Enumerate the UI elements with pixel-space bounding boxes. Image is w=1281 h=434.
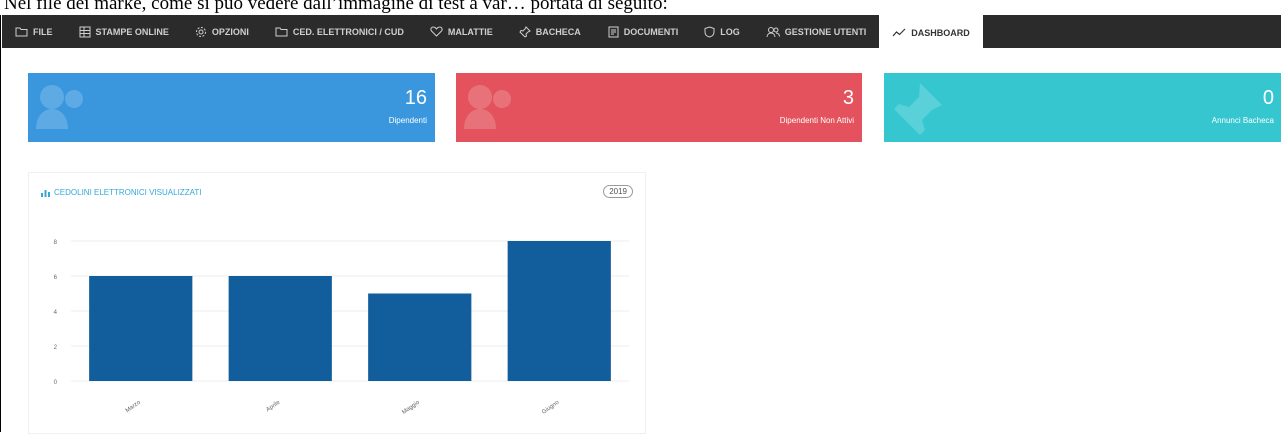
panel-title: Cedolini elettronici visualizzati bbox=[41, 188, 201, 197]
nav-item-dashboard[interactable]: Dashboard bbox=[879, 15, 983, 48]
nav-item-documenti[interactable]: Documenti bbox=[594, 15, 692, 48]
nav-item-malattie[interactable]: Malattie bbox=[417, 15, 506, 48]
folder-icon bbox=[15, 27, 28, 37]
y-tick-label: 6 bbox=[54, 275, 58, 281]
gear-icon bbox=[195, 26, 206, 37]
bar bbox=[89, 276, 193, 381]
nav-item-label: File bbox=[33, 26, 53, 37]
chart-line-icon bbox=[892, 28, 906, 36]
nav-item-label: Opzioni bbox=[211, 26, 249, 37]
document-caption: Nel file dei marke, come si può vedere d… bbox=[0, 0, 1281, 16]
bar-chart: 0 2 4 6 8 Marzo Aprile Maggio Giugno bbox=[54, 240, 629, 416]
caption-text: Nel file dei marke, come si può vedere d… bbox=[4, 0, 668, 14]
nav-item-label: Bacheca bbox=[535, 26, 581, 37]
nav-item-opzioni[interactable]: Opzioni bbox=[182, 15, 262, 48]
dashboard-main: 16 Dipendenti 3 Dipendenti Non Attivi 0 … bbox=[2, 48, 1281, 434]
bar bbox=[507, 241, 611, 381]
app-frame: File Stampe Online Opzioni Ced. Elettron… bbox=[0, 15, 1281, 434]
nav-item-stampe-online[interactable]: Stampe Online bbox=[66, 15, 182, 48]
nav-item-label: Documenti bbox=[623, 26, 679, 37]
stat-card-annunci-bacheca[interactable]: 0 Annunci Bacheca bbox=[884, 73, 1281, 142]
top-navbar: File Stampe Online Opzioni Ced. Elettron… bbox=[2, 15, 1281, 48]
pin-icon bbox=[519, 25, 531, 38]
stat-value: 0 bbox=[1262, 87, 1274, 109]
nav-item-ced-elettronici[interactable]: Ced. Elettronici / CUD bbox=[262, 15, 417, 48]
stat-value: 3 bbox=[842, 87, 854, 109]
stat-value: 16 bbox=[404, 87, 427, 109]
stat-label: Dipendenti Non Attivi bbox=[779, 116, 854, 125]
bar bbox=[228, 276, 332, 381]
nav-item-gestione-utenti[interactable]: Gestione Utenti bbox=[753, 15, 880, 48]
x-tick-label: Aprile bbox=[265, 399, 282, 413]
pin-bg-icon bbox=[894, 83, 942, 135]
y-tick-label: 2 bbox=[54, 345, 58, 351]
stat-card-dipendenti-non-attivi[interactable]: 3 Dipendenti Non Attivi bbox=[456, 73, 862, 142]
y-tick-label: 8 bbox=[54, 240, 58, 246]
users-bg-icon bbox=[464, 85, 511, 129]
stat-label: Annunci Bacheca bbox=[1211, 116, 1274, 125]
nav-item-label: Gestione Utenti bbox=[784, 26, 867, 37]
panel-title-text: Cedolini elettronici visualizzati bbox=[54, 188, 202, 197]
folder-icon bbox=[275, 27, 288, 37]
nav-item-label: Stampe Online bbox=[95, 26, 169, 37]
stat-card-dipendenti[interactable]: 16 Dipendenti bbox=[28, 73, 435, 142]
year-badge[interactable]: 2019 bbox=[603, 185, 633, 198]
nav-item-label: Dashboard bbox=[911, 27, 970, 38]
chart-panel: Cedolini elettronici visualizzati 2019 0… bbox=[28, 172, 646, 434]
nav-item-bacheca[interactable]: Bacheca bbox=[506, 15, 594, 48]
nav-item-log[interactable]: Log bbox=[691, 15, 753, 48]
users-bg-icon bbox=[36, 85, 83, 129]
nav-item-file[interactable]: File bbox=[2, 15, 66, 48]
users-icon bbox=[766, 26, 780, 37]
nav-item-label: Ced. Elettronici / CUD bbox=[292, 26, 404, 37]
heart-icon bbox=[430, 26, 443, 37]
document-icon bbox=[608, 26, 619, 37]
x-tick-label: Marzo bbox=[125, 399, 143, 414]
bar bbox=[368, 293, 472, 381]
stat-label: Dipendenti bbox=[388, 116, 427, 125]
x-tick-label: Maggio bbox=[401, 399, 421, 416]
nav-item-label: Log bbox=[720, 26, 740, 37]
shield-icon bbox=[704, 25, 715, 38]
y-tick-label: 0 bbox=[54, 380, 58, 386]
nav-item-label: Malattie bbox=[447, 26, 493, 37]
bar-chart-icon bbox=[41, 189, 50, 197]
x-tick-label: Giugno bbox=[541, 399, 561, 415]
y-tick-label: 4 bbox=[54, 310, 58, 316]
grid-icon bbox=[79, 26, 90, 37]
